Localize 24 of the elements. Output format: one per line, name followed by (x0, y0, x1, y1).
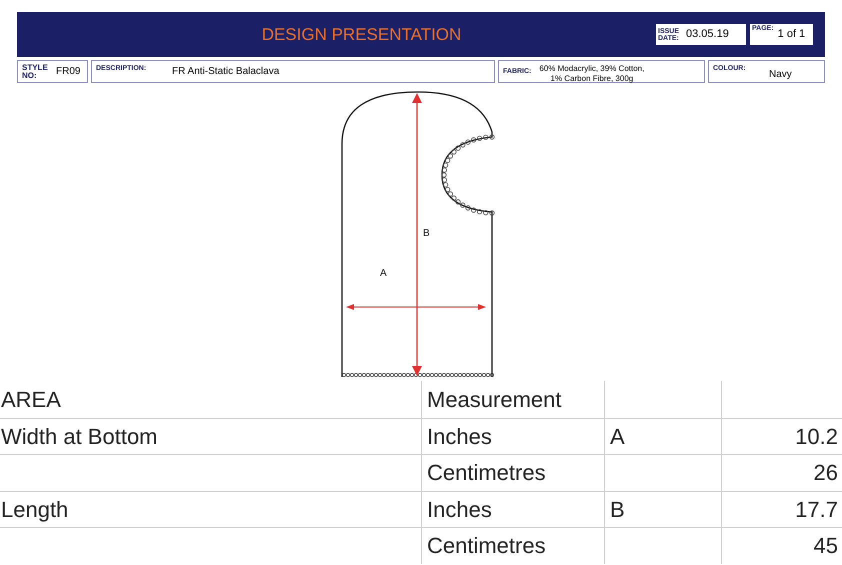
table-cell-text: AREA (1, 386, 61, 414)
fabric-text: 60% Modacrylic, 39% Cotton, 1% Carbon Fibre, 300g (539, 64, 644, 84)
style-number: FR09 (56, 65, 80, 79)
table-cell-text: Length (1, 496, 68, 524)
measure-label: B (423, 228, 430, 239)
table-cell-text: B (610, 496, 625, 524)
table-cell-text: 45 (814, 532, 838, 560)
description-text: FR Anti-Static Balaclava (172, 65, 280, 79)
table-cell-text: 10.2 (795, 422, 838, 451)
table-cell-text: Inches (427, 496, 492, 524)
table-cell-text: A (610, 422, 625, 451)
colour-value: Navy (769, 68, 792, 82)
table-cell-text: 17.7 (795, 496, 838, 524)
measure-label: A (380, 268, 387, 279)
table-cell-text: Measurement (427, 386, 562, 414)
document-title: DESIGN PRESENTATION (262, 24, 462, 46)
table-cell-text: Centimetres (427, 532, 546, 560)
table-cell-text: 26 (814, 459, 838, 488)
table-cell-text: Width at Bottom (1, 422, 158, 451)
page-number: 1 of 1 (778, 27, 806, 42)
table-cell-text: Centimetres (427, 459, 546, 488)
table-cell-text: Inches (427, 422, 492, 451)
field-label: STYLE NO: (22, 64, 48, 80)
issue-date: 03.05.19 (686, 27, 729, 42)
